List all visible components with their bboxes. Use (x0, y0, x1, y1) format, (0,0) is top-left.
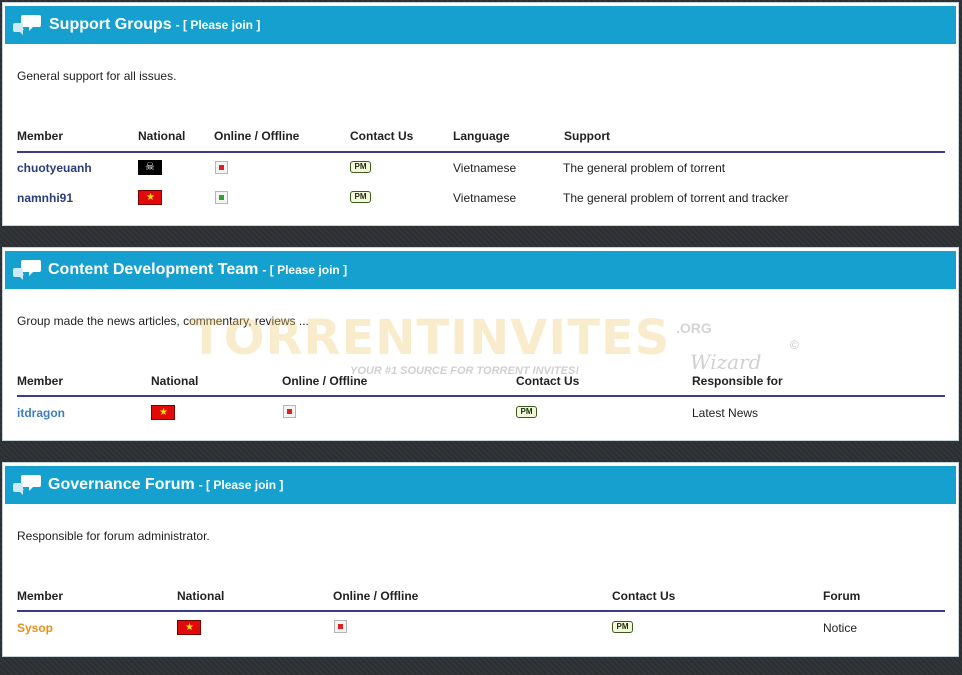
column-national: National (138, 129, 186, 143)
header-divider (17, 610, 945, 612)
governance-forum-panel: Governance Forum - [ Please join ] Respon… (2, 462, 959, 657)
content-development-panel: Content Development Team - [ Please join … (2, 247, 959, 441)
vietnam-flag-icon (138, 190, 162, 205)
column-contact-us: Contact Us (612, 589, 676, 603)
speech-bubbles-icon (13, 260, 41, 280)
pirate-flag-icon (138, 160, 162, 175)
panel-header: Content Development Team - [ Please join … (5, 251, 956, 289)
support-groups-panel: Support Groups - [ Please join ] General … (2, 2, 959, 226)
column-language: Language (453, 129, 510, 143)
speech-bubbles-icon (13, 475, 41, 495)
column-support: Support (564, 129, 610, 143)
vietnam-flag-icon (177, 620, 201, 635)
column-contact-us: Contact Us (516, 374, 580, 388)
member-link[interactable]: namnhi91 (17, 191, 73, 205)
support-value: The general problem of torrent (563, 161, 726, 175)
column-online-offline: Online / Offline (214, 129, 300, 143)
column-online-offline: Online / Offline (282, 374, 368, 388)
member-link[interactable]: itdragon (17, 406, 65, 420)
panel-title: Support Groups - [ Please join ] (49, 16, 261, 33)
column-responsible-for: Responsible for (692, 374, 783, 388)
support-value: The general problem of torrent and track… (563, 191, 789, 205)
panel-header: Support Groups - [ Please join ] (5, 6, 956, 44)
offline-status-icon (334, 620, 347, 633)
language-value: Vietnamese (453, 191, 517, 205)
pm-button[interactable]: PM (612, 621, 633, 633)
vietnam-flag-icon (151, 405, 175, 420)
offline-status-icon (215, 161, 228, 174)
please-join-link[interactable]: - [ Please join ] (262, 263, 347, 277)
member-link[interactable]: chuotyeuanh (17, 161, 92, 175)
column-forum: Forum (823, 589, 861, 603)
column-member: Member (17, 589, 64, 603)
column-online-offline: Online / Offline (333, 589, 419, 603)
language-value: Vietnamese (453, 161, 517, 175)
online-status-icon (215, 191, 228, 204)
please-join-link[interactable]: - [ Please join ] (176, 18, 261, 32)
column-contact-us: Contact Us (350, 129, 414, 143)
forum-value: Notice (823, 621, 858, 635)
column-member: Member (17, 129, 64, 143)
panel-description: Group made the news articles, commentary… (17, 314, 309, 328)
column-national: National (151, 374, 199, 388)
please-join-link[interactable]: - [ Please join ] (199, 478, 284, 492)
header-divider (17, 395, 945, 397)
panel-description: General support for all issues. (17, 69, 177, 83)
header-divider (17, 151, 945, 153)
column-national: National (177, 589, 225, 603)
responsible-value: Latest News (692, 406, 759, 420)
member-link[interactable]: Sysop (17, 621, 53, 635)
offline-status-icon (283, 405, 296, 418)
pm-button[interactable]: PM (516, 406, 537, 418)
column-member: Member (17, 374, 64, 388)
panel-description: Responsible for forum administrator. (17, 529, 210, 543)
speech-bubbles-icon (13, 15, 41, 35)
panel-title: Content Development Team - [ Please join … (48, 261, 348, 278)
panel-title: Governance Forum - [ Please join ] (48, 476, 284, 493)
pm-button[interactable]: PM (350, 191, 371, 203)
panel-header: Governance Forum - [ Please join ] (5, 466, 956, 504)
pm-button[interactable]: PM (350, 161, 371, 173)
